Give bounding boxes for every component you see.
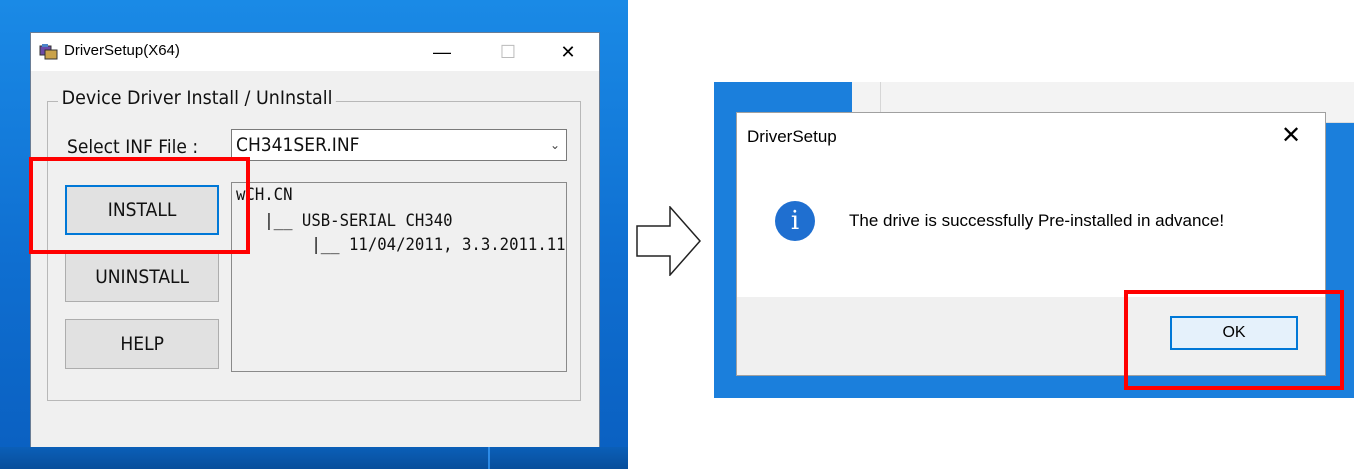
info-icon: i	[775, 201, 815, 241]
inf-file-select[interactable]: CH341SER.INF ⌄	[231, 129, 567, 161]
group-title: Device Driver Install / UnInstall	[58, 87, 337, 109]
driver-info-box: wCH.CN |__ USB-SERIAL CH340 |__ 11/04/20…	[231, 182, 567, 372]
window-title: DriverSetup(X64)	[64, 42, 180, 59]
inf-file-label: Select INF File :	[67, 136, 199, 158]
uninstall-button[interactable]: UNINSTALL	[65, 252, 219, 302]
installer-app-icon	[39, 44, 58, 60]
ok-highlight-box	[1124, 290, 1344, 390]
help-button[interactable]: HELP	[65, 319, 219, 369]
info-line-device: |__ USB-SERIAL CH340	[236, 211, 453, 231]
title-bar: DriverSetup(X64) — ☐ ✕	[31, 33, 599, 71]
install-highlight-box	[29, 157, 250, 254]
success-message: The drive is successfully Pre-installed …	[849, 211, 1225, 230]
message-box-title: DriverSetup	[747, 127, 837, 146]
close-button[interactable]: ✕	[545, 33, 591, 71]
help-button-label: HELP	[120, 333, 164, 355]
right-arrow-icon	[636, 206, 702, 276]
minimize-button[interactable]: —	[419, 33, 465, 71]
taskbar	[0, 447, 628, 469]
info-line-version: |__ 11/04/2011, 3.3.2011.11	[236, 235, 566, 255]
close-icon[interactable]: ✕	[1281, 121, 1301, 150]
chevron-down-icon: ⌄	[549, 138, 560, 152]
taskbar-indicator	[488, 447, 490, 469]
inf-file-value: CH341SER.INF	[236, 134, 360, 156]
maximize-button[interactable]: ☐	[485, 33, 531, 71]
uninstall-button-label: UNINSTALL	[95, 266, 189, 288]
